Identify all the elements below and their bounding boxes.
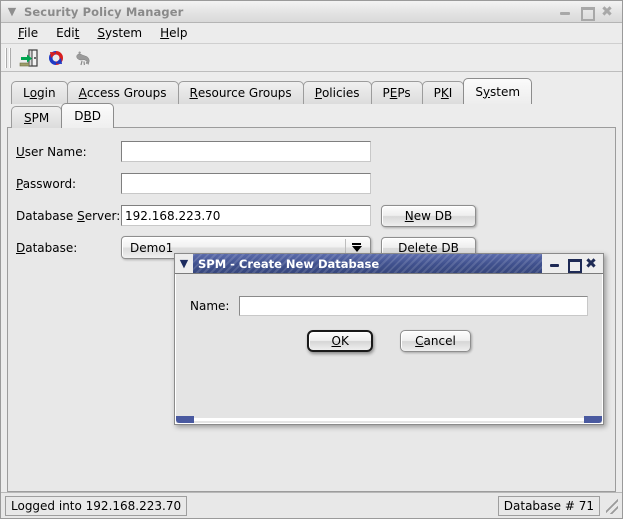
dialog-minimize-icon[interactable]	[548, 257, 562, 271]
dialog-controls: ✖	[542, 254, 603, 273]
menu-system[interactable]: System	[88, 24, 151, 42]
tab-policies[interactable]: Policies	[302, 81, 372, 104]
database-server-label: Database Server:	[16, 208, 121, 223]
menu-help[interactable]: Help	[151, 24, 196, 42]
database-select-value: Demo1	[130, 240, 174, 255]
status-message: Logged into 192.168.223.70	[5, 495, 188, 516]
login-door-icon[interactable]	[16, 46, 42, 70]
dialog-titlebar[interactable]: ▼ SPM - Create New Database ✖	[175, 254, 603, 274]
tab-login[interactable]: Lo gin	[11, 81, 68, 104]
dialog-name-row: Name:	[176, 296, 602, 316]
status-database-count: Database # 71	[497, 495, 600, 516]
tab-system[interactable]: Sy stem	[463, 78, 533, 104]
tab-resource-groups[interactable]: Resource Groups	[177, 81, 304, 104]
dialog-resize-grip-left[interactable]	[176, 416, 194, 423]
dialog-close-icon[interactable]: ✖	[584, 257, 598, 271]
tab-peps[interactable]: P E Ps	[370, 81, 423, 104]
dialog-title: SPM - Create New Database	[193, 254, 542, 273]
close-icon[interactable]: ✖	[600, 5, 614, 19]
database-label: Database:	[16, 240, 78, 255]
menu-file[interactable]: File	[9, 24, 47, 42]
minimize-icon[interactable]	[558, 5, 572, 19]
new-db-button[interactable]: New DB	[381, 204, 476, 227]
dialog-name-label: Name:	[190, 299, 230, 313]
database-server-input[interactable]	[121, 205, 371, 226]
user-name-input[interactable]	[121, 141, 371, 162]
create-new-database-dialog: ▼ SPM - Create New Database ✖ Name: OK C…	[174, 253, 604, 425]
dialog-resize-grip-right[interactable]	[584, 416, 602, 423]
refresh-icon[interactable]	[43, 46, 69, 70]
password-row: Password:	[16, 170, 607, 197]
main-tabstrip: Lo gin Access Groups Resource Groups Poli…	[7, 78, 616, 104]
subtab-spm[interactable]: S PM	[11, 106, 63, 128]
dialog-bottom-bar	[194, 418, 584, 421]
window-menu-chevron-down-icon[interactable]: ▼	[4, 4, 20, 20]
statusbar: Logged into 192.168.223.70 Database # 71	[1, 492, 622, 518]
bird-icon[interactable]	[70, 46, 96, 70]
window-resize-grip[interactable]	[606, 497, 618, 514]
dialog-maximize-icon[interactable]	[566, 257, 582, 273]
status-spacer	[191, 496, 494, 516]
window-titlebar[interactable]: ▼ Security Policy Manager ✖	[1, 1, 622, 23]
password-label: Password:	[16, 176, 77, 191]
database-server-row: Database Server: New DB	[16, 202, 607, 229]
maximize-icon[interactable]	[579, 5, 595, 21]
toolbar-drag-handle[interactable]	[5, 47, 12, 68]
user-name-row: User Name:	[16, 138, 607, 165]
toolbar	[1, 44, 622, 72]
user-name-label: User Name:	[16, 144, 87, 159]
window-title: Security Policy Manager	[24, 4, 184, 19]
menu-edit[interactable]: Edit	[47, 24, 88, 42]
window-controls: ✖	[558, 5, 619, 21]
dialog-name-input[interactable]	[239, 296, 588, 316]
password-input[interactable]	[121, 173, 371, 194]
tab-pki[interactable]: PKI	[421, 81, 465, 104]
menubar: File Edit System Help	[1, 23, 622, 44]
dialog-body: Name: OK Cancel	[175, 274, 603, 424]
subtab-dbd[interactable]: DBD	[61, 103, 114, 128]
dialog-menu-chevron-down-icon[interactable]: ▼	[175, 254, 193, 273]
tab-access-groups[interactable]: Access Groups	[66, 81, 179, 104]
ok-button[interactable]: OK	[307, 330, 374, 352]
dialog-button-row: OK Cancel	[176, 330, 602, 352]
cancel-button[interactable]: Cancel	[400, 330, 471, 352]
sub-tabstrip: S PM DBD	[7, 103, 616, 128]
